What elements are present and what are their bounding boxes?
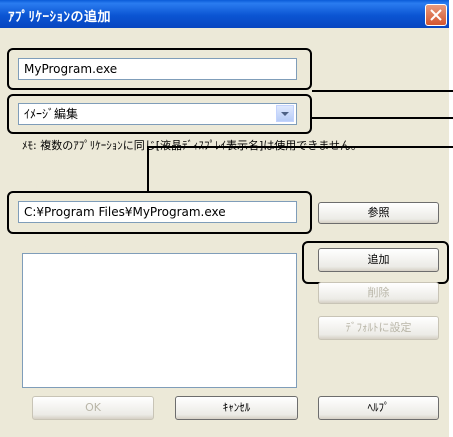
chevron-down-icon — [281, 112, 289, 116]
type-select[interactable]: ｲﾒｰｼﾞ編集 — [18, 103, 297, 125]
ok-button[interactable]: OK — [32, 396, 154, 420]
callout-line — [312, 90, 453, 92]
filetypes-list[interactable] — [22, 253, 297, 388]
add-button[interactable]: 追加 — [318, 248, 439, 272]
callout-line — [147, 148, 149, 192]
cancel-button[interactable]: ｷｬﾝｾﾙ — [175, 396, 298, 420]
dropdown-button[interactable] — [276, 105, 294, 122]
path-field[interactable]: C:¥Program Files¥MyProgram.exe — [18, 201, 297, 223]
add-application-dialog: ｱﾌﾟﾘｹｰｼｮﾝの追加 ｱﾌﾟﾘｹｰｼｮﾝ名 MyProgram.exe ｲﾒ… — [0, 0, 453, 437]
app-name-field[interactable]: MyProgram.exe — [18, 58, 297, 80]
close-icon — [430, 9, 442, 21]
window-title: ｱﾌﾟﾘｹｰｼｮﾝの追加 — [8, 10, 112, 25]
callout-line — [147, 146, 453, 148]
callout-line — [312, 117, 453, 119]
title-bar: ｱﾌﾟﾘｹｰｼｮﾝの追加 — [0, 0, 449, 28]
delete-button[interactable]: 削除 — [318, 282, 439, 304]
close-button[interactable] — [425, 4, 447, 26]
help-button[interactable]: ﾍﾙﾌﾟ — [318, 396, 439, 420]
browse-button[interactable]: 参照 — [318, 202, 439, 224]
set-default-button[interactable]: ﾃﾞﾌｫﾙﾄに設定 — [318, 316, 439, 340]
